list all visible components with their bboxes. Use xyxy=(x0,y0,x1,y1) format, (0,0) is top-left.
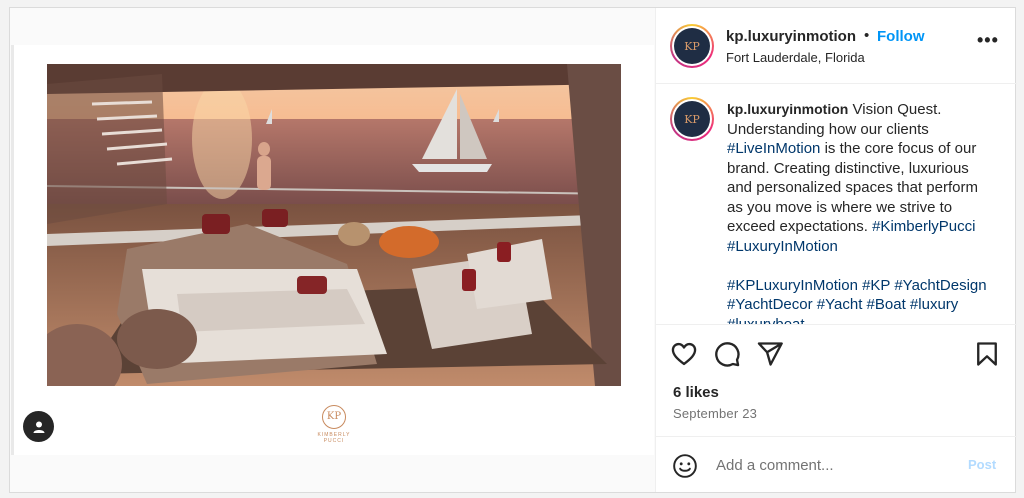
hashtag[interactable]: #LiveInMotion xyxy=(727,140,820,157)
author-username[interactable]: kp.luxuryinmotion xyxy=(726,28,856,45)
more-options-icon[interactable]: ••• xyxy=(977,30,999,51)
post-card: KP KIMBERLY PUCCI KP kp.luxuryinmotion •… xyxy=(9,7,1017,493)
post-location[interactable]: Fort Lauderdale, Florida xyxy=(726,50,865,65)
author-avatar[interactable]: KP xyxy=(670,24,714,68)
brand-monogram: KP xyxy=(322,405,346,429)
hashtag[interactable]: #LuxuryInMotion xyxy=(727,238,838,255)
post-date[interactable]: September 23 xyxy=(673,406,757,421)
follow-button[interactable]: Follow xyxy=(877,28,925,45)
hashtag[interactable]: #Yacht xyxy=(817,296,863,313)
comment-bar: Post xyxy=(656,436,1017,492)
caption-section: KP kp.luxuryinmotion Vision Quest. Under… xyxy=(656,85,1017,325)
hashtag[interactable]: #Boat xyxy=(867,296,906,313)
post-comment-button[interactable]: Post xyxy=(968,457,996,472)
separator-dot: • xyxy=(864,27,870,44)
avatar-initials: KP xyxy=(674,101,710,137)
hashtag[interactable]: #KP xyxy=(862,277,890,294)
hashtag[interactable]: #luxury xyxy=(910,296,958,313)
user-tag-icon xyxy=(33,421,44,433)
hashtag[interactable]: #YachtDesign xyxy=(894,277,986,294)
caption-username[interactable]: kp.luxuryinmotion xyxy=(727,101,848,117)
share-icon[interactable] xyxy=(756,340,784,368)
brand-logo: KP KIMBERLY PUCCI xyxy=(308,405,360,444)
post-photo xyxy=(47,64,621,386)
likes-count[interactable]: 6 likes xyxy=(673,384,719,401)
bookmark-icon[interactable] xyxy=(973,340,1001,368)
heart-icon[interactable] xyxy=(670,340,698,368)
post-media[interactable]: KP KIMBERLY PUCCI xyxy=(10,8,655,492)
comment-icon[interactable] xyxy=(713,340,741,368)
comment-input[interactable] xyxy=(716,453,956,477)
avatar-initials: KP xyxy=(674,28,710,64)
hashtag[interactable]: #KPLuxuryInMotion xyxy=(727,277,858,294)
post-caption: kp.luxuryinmotion Vision Quest. Understa… xyxy=(727,100,997,325)
post-sidebar: KP kp.luxuryinmotion • Follow Fort Laude… xyxy=(655,8,1017,492)
emoji-icon[interactable] xyxy=(672,453,698,479)
hashtag[interactable]: #luxuryboat xyxy=(727,316,805,325)
brand-name: KIMBERLY PUCCI xyxy=(317,432,351,444)
action-bar xyxy=(656,326,1017,386)
post-header: KP kp.luxuryinmotion • Follow Fort Laude… xyxy=(656,8,1017,84)
caption-avatar[interactable]: KP xyxy=(670,97,714,141)
user-tag-button[interactable] xyxy=(23,411,54,442)
hashtag[interactable]: #KimberlyPucci xyxy=(872,218,975,235)
hashtag[interactable]: #YachtDecor xyxy=(727,296,813,313)
